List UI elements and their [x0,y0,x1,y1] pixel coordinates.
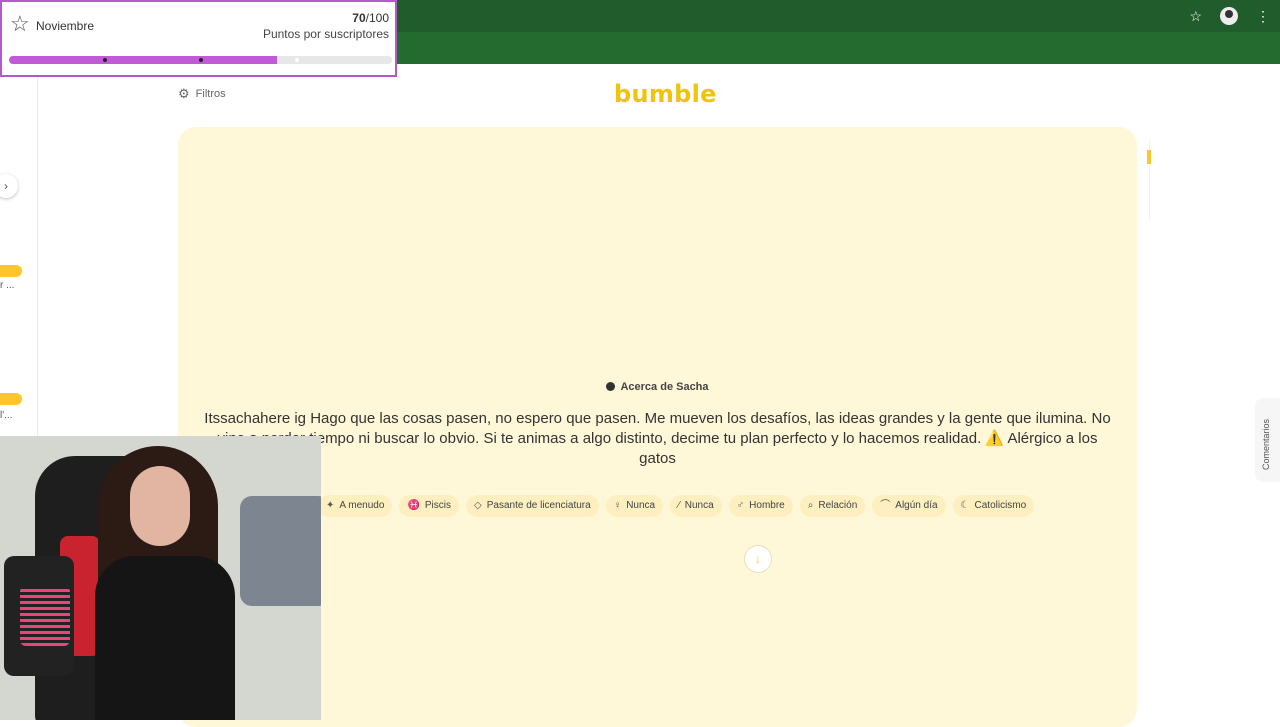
bookmark-star-icon[interactable]: ☆ [1189,6,1202,26]
goal-progress-fill [9,56,278,64]
smoking-icon: ⁄ [678,500,680,511]
sliders-icon: ⚙ [178,86,190,101]
bumble-logo[interactable]: bumble [614,80,717,108]
status-badge [0,265,22,277]
religion-icon: ☾ [960,500,970,511]
tag-label: Nunca [626,500,656,511]
profile-bio: Itssachahere ig Hago que las cosas pasen… [204,410,1111,467]
goal-caption: Puntos por suscriptores [262,27,389,41]
profile-card: Acerca de Sacha Itssachahere ig Hago que… [178,127,1137,727]
goal-count: 70/100 [352,11,389,25]
star-icon: ☆ [10,11,30,36]
tag-label: Piscis [424,500,452,511]
tag-looking-for: ⌕ Relación [799,495,866,517]
goal-title: Noviembre [36,19,95,33]
tag-workout: ✦ A menudo [318,495,393,517]
tag-education: ◇ Pasante de licenciatura [466,495,599,517]
tag-drinking: ♀ Nunca [605,495,664,517]
tag-label: Catolicismo [974,500,1027,511]
workout-icon: ✦ [326,500,335,511]
tag-label: Nunca [684,500,714,511]
subscriber-goal-widget: ☆ Noviembre 70/100 Puntos por suscriptor… [0,0,397,77]
streamer-torso [95,556,235,720]
profile-avatar-icon[interactable] [1220,7,1238,25]
tag-label: A menudo [339,500,385,511]
zodiac-icon: ♓ [407,500,420,511]
progress-marker [199,58,203,62]
folder-icon [1156,72,1171,84]
about-title-text: Acerca de Sacha [620,381,709,393]
scroll-indicator[interactable] [1147,150,1151,164]
chevron-right-icon[interactable]: › [0,174,18,198]
tag-label: Relación [818,500,858,511]
streamer-face [130,466,190,546]
filters-label: Filtros [195,88,226,100]
tag-smoking: ⁄ Nunca [670,495,722,517]
comments-tab-label: Comentarios [1261,418,1271,470]
matches-sidebar: › r ... l'... [0,64,38,436]
goal-total: /100 [365,11,389,25]
gender-icon: ♂ [736,500,745,511]
conversation-snippet[interactable]: l'... [0,410,12,421]
all-bookmarks-label: Todos los favoritos [1176,72,1268,84]
conversation-snippet[interactable]: r ... [0,280,14,291]
education-icon: ◇ [474,500,482,511]
browser-toolbar-icons: ☆ ⋮ [1189,6,1270,26]
drinking-icon: ♀ [613,500,622,511]
all-bookmarks-button[interactable]: Todos los favoritos [1156,72,1268,84]
menu-kebab-icon[interactable]: ⋮ [1256,6,1270,26]
profile-tags: ✦ A menudo ♓ Piscis ◇ Pasante de licenciatu… [318,495,1035,517]
status-badge [0,393,22,405]
tag-religion: ☾ Catolicismo [952,495,1035,517]
progress-marker [103,58,107,62]
progress-marker [295,58,299,62]
comments-tab[interactable]: Comentarios [1255,398,1280,482]
tag-label: Hombre [749,500,785,511]
scroll-down-arrow-icon[interactable]: ↓ [744,545,772,573]
goal-progress-bar [9,56,392,64]
couch [240,496,321,606]
kids-icon: ⌒ [880,500,891,511]
tag-zodiac: ♓ Piscis [399,495,460,517]
webcam-overlay [0,436,321,720]
tag-gender: ♂ Hombre [728,495,793,517]
about-section-title: Acerca de Sacha [178,381,1137,393]
microphone-foam [20,586,70,646]
tag-label: Algún día [895,500,938,511]
tag-kids: ⌒ Algún día [872,495,946,517]
looking-for-icon: ⌕ [807,500,814,511]
goal-current: 70 [352,11,366,25]
filters-button[interactable]: ⚙ Filtros [178,86,226,102]
tag-label: Pasante de licenciatura [486,500,591,511]
about-icon [606,382,616,391]
